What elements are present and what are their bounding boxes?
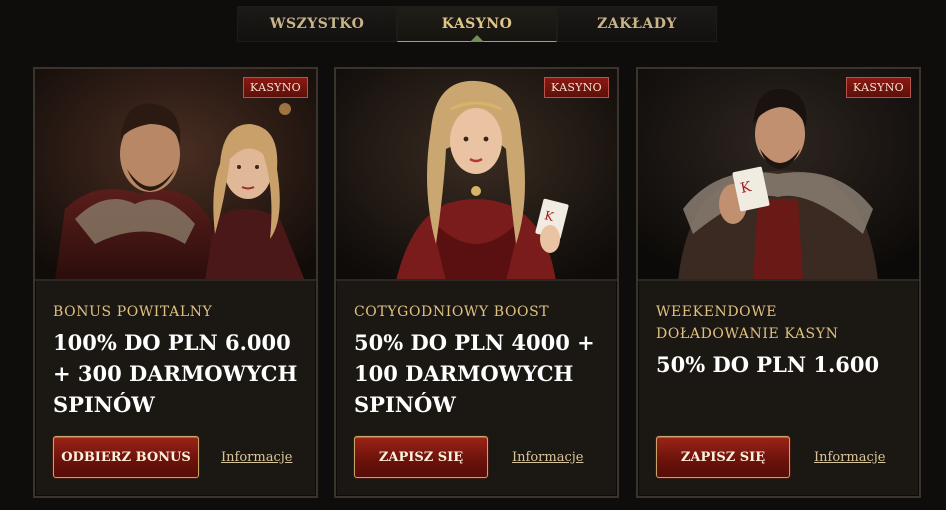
promo-card-weekend-reload: K KASYNO WEEKENDOWE DOŁADOWANIE KASYN 50… xyxy=(636,67,921,498)
promo-card-body: WEEKENDOWE DOŁADOWANIE KASYN 50% DO PLN … xyxy=(656,301,905,380)
promo-subtitle: WEEKENDOWE DOŁADOWANIE KASYN xyxy=(656,304,839,342)
tab-wszystko[interactable]: WSZYSTKO xyxy=(237,6,397,42)
category-tabs: WSZYSTKO KASYNO ZAKŁADY xyxy=(237,6,717,42)
promo-image-king: K KASYNO xyxy=(638,69,919,281)
sign-up-button[interactable]: ZAPISZ SIĘ xyxy=(656,436,790,478)
info-link[interactable]: Informacje xyxy=(221,450,292,465)
promo-subtitle: COTYGODNIOWY BOOST xyxy=(354,304,550,320)
promo-headline: 100% DO PLN 6.000 + 300 DARMOWYCH SPINÓW xyxy=(53,330,298,417)
category-badge: KASYNO xyxy=(846,77,911,98)
tab-kasyno[interactable]: KASYNO xyxy=(397,6,557,42)
sign-up-button[interactable]: ZAPISZ SIĘ xyxy=(354,436,488,478)
category-badge: KASYNO xyxy=(544,77,609,98)
tab-zaklady[interactable]: ZAKŁADY xyxy=(557,6,717,42)
promo-headline: 50% DO PLN 1.600 xyxy=(656,352,880,377)
category-badge: KASYNO xyxy=(243,77,308,98)
promo-card-body: COTYGODNIOWY BOOST 50% DO PLN 4000 + 100… xyxy=(354,301,603,420)
tab-kasyno-label: KASYNO xyxy=(441,16,513,32)
promo-image-couple: KASYNO xyxy=(35,69,316,281)
active-tab-indicator-icon xyxy=(470,35,484,42)
info-link[interactable]: Informacje xyxy=(512,450,583,465)
promo-headline: 50% DO PLN 4000 + 100 DARMOWYCH SPINÓW xyxy=(354,330,595,417)
promo-card-weekly-boost: K KASYNO COTYGODNIOWY BOOST 50% DO PLN 4… xyxy=(334,67,619,498)
promo-card-welcome-bonus: KASYNO BONUS POWITALNY 100% DO PLN 6.000… xyxy=(33,67,318,498)
promo-card-body: BONUS POWITALNY 100% DO PLN 6.000 + 300 … xyxy=(53,301,302,420)
promo-image-queen: K KASYNO xyxy=(336,69,617,281)
claim-bonus-button[interactable]: ODBIERZ BONUS xyxy=(53,436,199,478)
info-link[interactable]: Informacje xyxy=(814,450,885,465)
promo-subtitle: BONUS POWITALNY xyxy=(53,304,213,320)
